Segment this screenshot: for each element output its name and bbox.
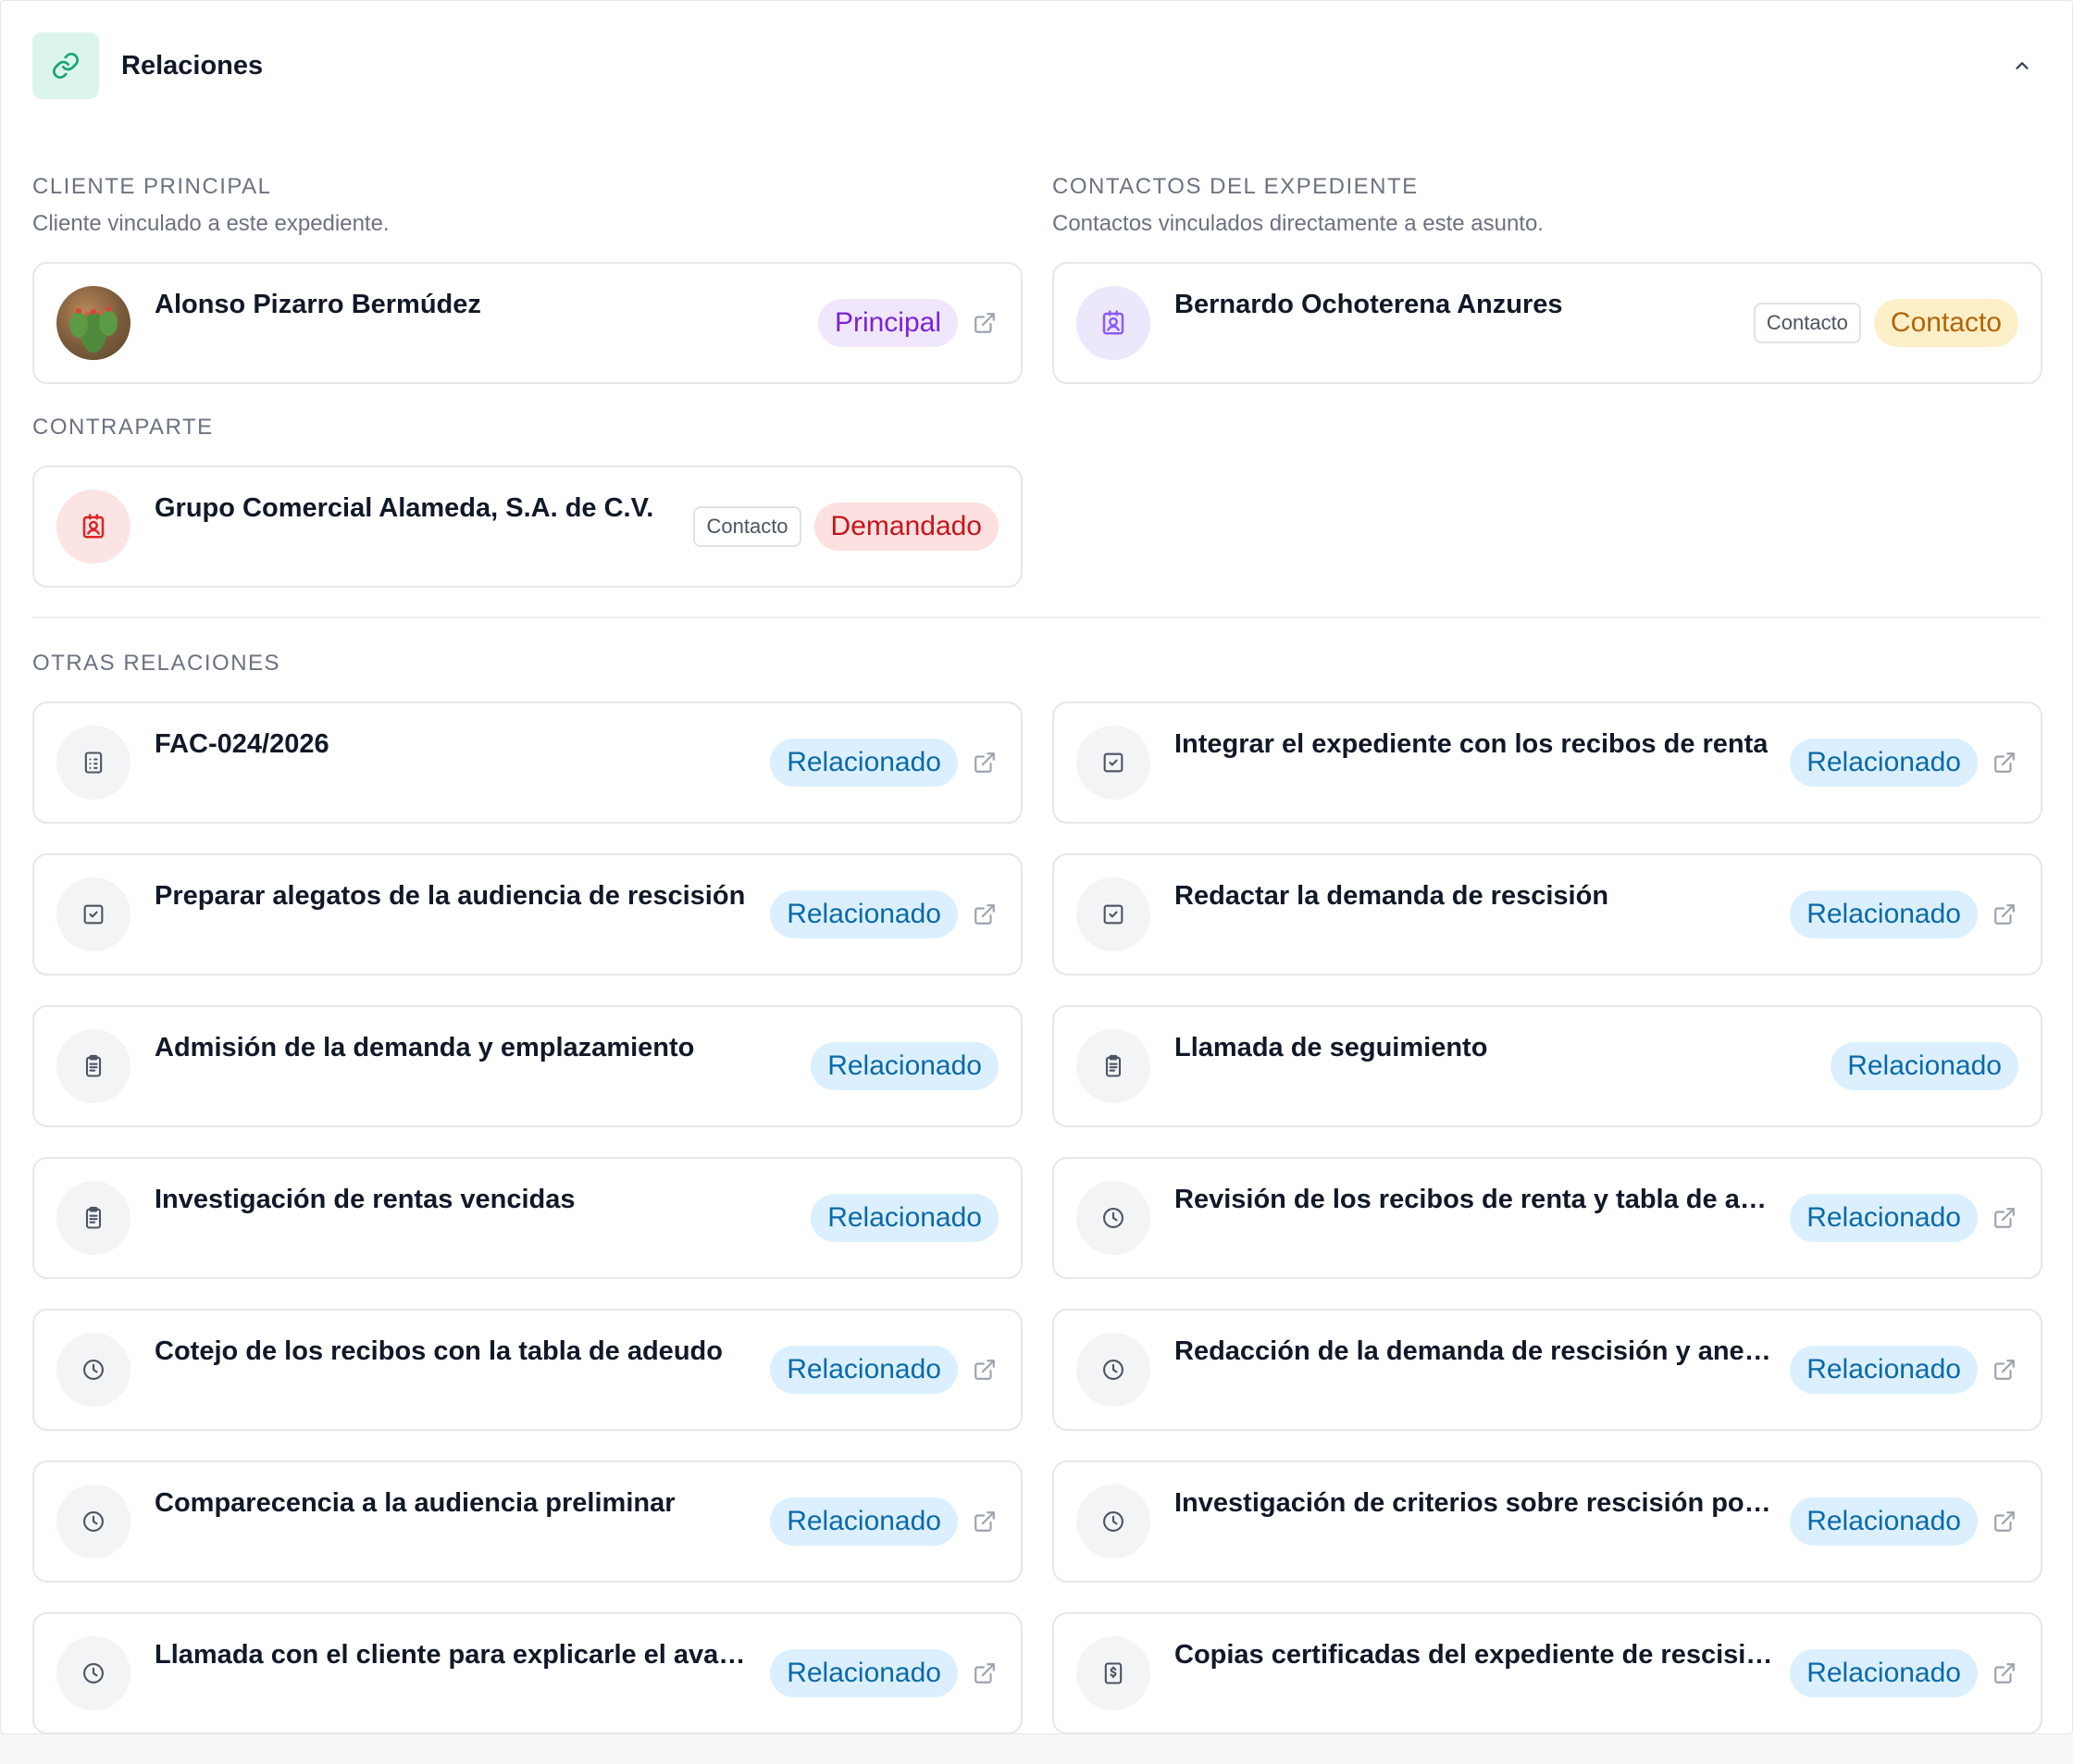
external-link-icon[interactable] bbox=[1991, 1204, 2018, 1232]
external-link-icon[interactable] bbox=[971, 1508, 999, 1535]
panel-header: Relaciones bbox=[32, 32, 2041, 99]
relacion-card[interactable]: Investigación de criterios sobre rescisi… bbox=[1052, 1460, 2042, 1583]
contacto-type-tag: Contacto bbox=[1753, 303, 1861, 343]
section-title-contactos: CONTACTOS DEL EXPEDIENTE bbox=[1052, 174, 1419, 199]
section-desc-contactos: Contactos vinculados directamente a este… bbox=[1052, 211, 1544, 236]
principal-badge: Principal bbox=[817, 299, 958, 347]
clipboard-icon bbox=[1076, 1029, 1150, 1103]
relacionado-badge: Relacionado bbox=[1790, 1194, 1978, 1242]
clock-icon bbox=[1076, 1484, 1150, 1559]
relacion-name[interactable]: Copias certificadas del expediente de re… bbox=[1174, 1640, 1776, 1671]
clipboard-icon bbox=[56, 1181, 130, 1255]
relacionado-badge: Relacionado bbox=[770, 1497, 958, 1546]
clock-icon bbox=[56, 1484, 130, 1559]
relacionado-badge: Relacionado bbox=[1790, 739, 1978, 787]
external-link-icon[interactable] bbox=[971, 901, 999, 928]
contacto-name[interactable]: Bernardo Ochoterena Anzures bbox=[1174, 290, 1563, 320]
relacion-name[interactable]: Integrar el expediente con los recibos d… bbox=[1174, 729, 1768, 760]
external-link-icon[interactable] bbox=[971, 309, 999, 337]
contact-card-icon bbox=[56, 490, 130, 564]
invoice-icon bbox=[56, 726, 130, 800]
relacion-name[interactable]: Investigación de rentas vencidas bbox=[155, 1185, 576, 1215]
contacto-role-badge: Contacto bbox=[1873, 299, 2018, 347]
relacion-card[interactable]: Llamada de seguimiento Relacionado bbox=[1052, 1005, 2042, 1127]
link-icon bbox=[32, 32, 99, 99]
relacionado-badge: Relacionado bbox=[811, 1042, 999, 1090]
section-title-contraparte: CONTRAPARTE bbox=[32, 415, 214, 440]
relacion-card[interactable]: Redacción de la demanda de rescisión y a… bbox=[1052, 1309, 2042, 1431]
clock-icon bbox=[56, 1333, 130, 1407]
relacion-name[interactable]: Revisión de los recibos de renta y tabla… bbox=[1174, 1185, 1776, 1215]
external-link-icon[interactable] bbox=[971, 749, 999, 776]
external-link-icon[interactable] bbox=[1991, 901, 2018, 928]
relacionado-badge: Relacionado bbox=[1831, 1042, 2018, 1090]
relacion-card[interactable]: Admisión de la demanda y emplazamiento Re… bbox=[32, 1005, 1023, 1127]
relacion-card[interactable]: Cotejo de los recibos con la tabla de ad… bbox=[32, 1309, 1023, 1431]
external-link-icon[interactable] bbox=[1991, 1356, 2018, 1384]
contacto-card[interactable]: Bernardo Ochoterena Anzures Contacto Con… bbox=[1052, 262, 2042, 384]
contraparte-name[interactable]: Grupo Comercial Alameda, S.A. de C.V. bbox=[155, 493, 653, 524]
relacion-name[interactable]: Llamada con el cliente para explicarle e… bbox=[155, 1640, 756, 1671]
relacionado-badge: Relacionado bbox=[1790, 1497, 1978, 1546]
relacion-name[interactable]: Redacción de la demanda de rescisión y a… bbox=[1174, 1336, 1776, 1367]
cliente-card[interactable]: Alonso Pizarro Bermúdez Principal bbox=[32, 262, 1023, 384]
task-check-icon bbox=[1076, 877, 1150, 951]
relacion-name[interactable]: FAC-024/2026 bbox=[155, 729, 329, 760]
relacionado-badge: Relacionado bbox=[1790, 1346, 1978, 1394]
clipboard-icon bbox=[56, 1029, 130, 1103]
chevron-up-icon bbox=[2016, 62, 2029, 69]
relacion-card[interactable]: Revisión de los recibos de renta y tabla… bbox=[1052, 1157, 2042, 1279]
cliente-name[interactable]: Alonso Pizarro Bermúdez bbox=[155, 290, 481, 320]
relacion-name[interactable]: Redactar la demanda de rescisión bbox=[1174, 881, 1608, 912]
contact-card-icon bbox=[1076, 286, 1150, 360]
relacion-name[interactable]: Preparar alegatos de la audiencia de res… bbox=[155, 881, 745, 912]
relacion-card[interactable]: Investigación de rentas vencidas Relacion… bbox=[32, 1157, 1023, 1279]
relacion-card[interactable]: FAC-024/2026 Relacionado bbox=[32, 702, 1023, 824]
panel-title: Relaciones bbox=[121, 50, 264, 81]
external-link-icon[interactable] bbox=[1991, 1659, 2018, 1687]
external-link-icon[interactable] bbox=[971, 1659, 999, 1687]
relacion-card[interactable]: Copias certificadas del expediente de re… bbox=[1052, 1612, 2042, 1733]
relacion-card[interactable]: Preparar alegatos de la audiencia de res… bbox=[32, 853, 1023, 975]
relaciones-panel: Relaciones CLIENTE PRINCIPAL Cliente vin… bbox=[0, 0, 2073, 1734]
clock-icon bbox=[1076, 1333, 1150, 1407]
relacion-card[interactable]: Integrar el expediente con los recibos d… bbox=[1052, 702, 2042, 824]
relacion-name[interactable]: Comparecencia a la audiencia preliminar bbox=[155, 1488, 676, 1519]
relacion-name[interactable]: Admisión de la demanda y emplazamiento bbox=[155, 1033, 694, 1063]
relacion-name[interactable]: Cotejo de los recibos con la tabla de ad… bbox=[155, 1336, 723, 1367]
relacion-name[interactable]: Investigación de criterios sobre rescisi… bbox=[1174, 1488, 1776, 1519]
section-title-otras: OTRAS RELACIONES bbox=[32, 651, 281, 676]
relacionado-badge: Relacionado bbox=[770, 1649, 958, 1697]
external-link-icon[interactable] bbox=[1991, 1508, 2018, 1535]
task-check-icon bbox=[1076, 726, 1150, 800]
avatar bbox=[56, 286, 130, 360]
receipt-dollar-icon bbox=[1076, 1636, 1150, 1710]
relacion-card[interactable]: Llamada con el cliente para explicarle e… bbox=[32, 1612, 1023, 1733]
relacion-card[interactable]: Comparecencia a la audiencia preliminar R… bbox=[32, 1460, 1023, 1583]
contraparte-card[interactable]: Grupo Comercial Alameda, S.A. de C.V. Co… bbox=[32, 466, 1023, 588]
collapse-button[interactable] bbox=[2004, 47, 2041, 84]
clock-icon bbox=[1076, 1181, 1150, 1255]
relacionado-badge: Relacionado bbox=[811, 1194, 999, 1242]
relacionado-badge: Relacionado bbox=[1790, 890, 1978, 938]
relacionado-badge: Relacionado bbox=[770, 739, 958, 787]
relacion-name[interactable]: Llamada de seguimiento bbox=[1174, 1033, 1487, 1063]
contraparte-type-tag: Contacto bbox=[693, 506, 801, 547]
section-title-cliente: CLIENTE PRINCIPAL bbox=[32, 174, 272, 199]
relacionado-badge: Relacionado bbox=[770, 890, 958, 938]
external-link-icon[interactable] bbox=[971, 1356, 999, 1384]
demandado-badge: Demandado bbox=[813, 503, 999, 551]
cactus-avatar-icon bbox=[69, 306, 118, 353]
section-divider bbox=[32, 616, 2041, 618]
task-check-icon bbox=[56, 877, 130, 951]
relacionado-badge: Relacionado bbox=[1790, 1649, 1978, 1697]
relacionado-badge: Relacionado bbox=[770, 1346, 958, 1394]
external-link-icon[interactable] bbox=[1991, 749, 2018, 776]
relacion-card[interactable]: Redactar la demanda de rescisión Relacion… bbox=[1052, 853, 2042, 975]
section-desc-cliente: Cliente vinculado a este expediente. bbox=[32, 211, 390, 236]
clock-icon bbox=[56, 1636, 130, 1710]
